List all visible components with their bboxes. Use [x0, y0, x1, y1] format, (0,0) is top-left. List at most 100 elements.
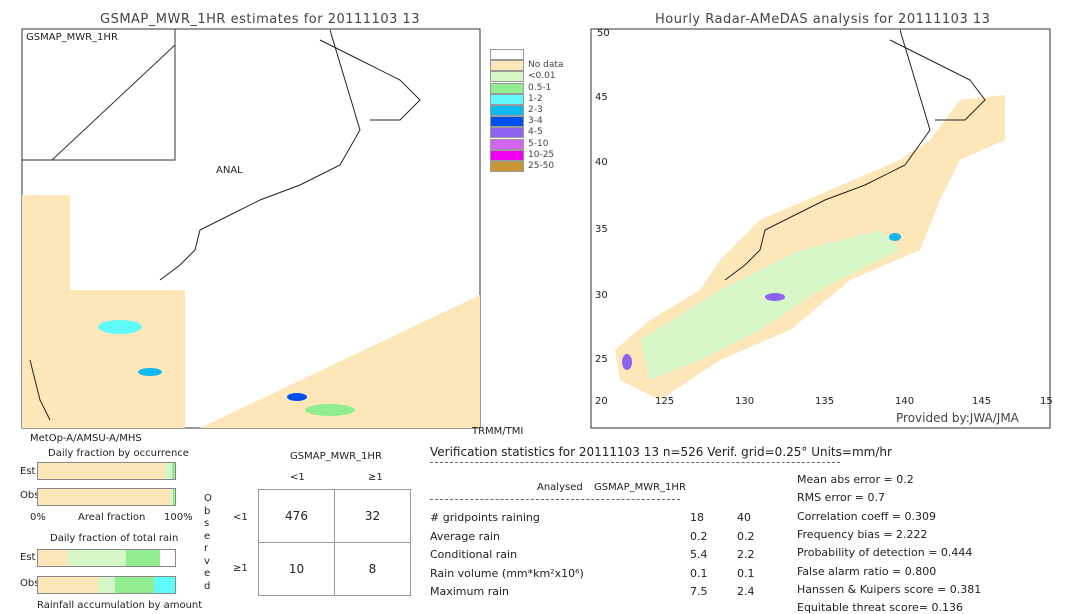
- bar-segment: [98, 577, 115, 593]
- legend-label: 5-10: [528, 138, 549, 149]
- ct-a: 476: [258, 489, 335, 543]
- left-rain-patch: [98, 320, 142, 334]
- score: Mean abs error = 0.2: [797, 473, 914, 486]
- bar-segment: [38, 489, 171, 505]
- legend-swatch: [490, 138, 524, 150]
- left-rain-patch: [287, 393, 307, 401]
- lat-tick: 45: [595, 92, 608, 103]
- bar-segment: [114, 577, 155, 593]
- right-rain-patch: [622, 354, 632, 370]
- stat-gsmap: 0.1: [737, 566, 755, 580]
- legend-swatch: [490, 71, 524, 83]
- score: Correlation coeff = 0.309: [797, 509, 936, 523]
- legend-label: 4-5: [528, 127, 543, 138]
- bar-segment: [125, 550, 160, 566]
- stat-analysed: 18: [690, 511, 704, 524]
- occ-title: Daily fraction by occurrence: [48, 448, 189, 459]
- col-analysed: Analysed: [537, 482, 583, 493]
- lat-tick-top: 50: [597, 28, 610, 39]
- ct-row-ge: ≥1: [233, 563, 248, 574]
- est-label: Est: [20, 552, 36, 563]
- ct-c: 10: [258, 542, 335, 596]
- stat-label: Average rain: [430, 529, 500, 543]
- legend-label: <0.01: [528, 71, 556, 82]
- ct-d: 8: [334, 542, 411, 596]
- bar-segment: [154, 577, 175, 593]
- stat-gsmap: 2.2: [737, 548, 755, 561]
- bar-segment: [68, 550, 126, 566]
- stat-label: # gridpoints raining: [430, 511, 540, 524]
- sensor-label-metop: MetOp-A/AMSU-A/MHS: [30, 433, 142, 444]
- lon-tick: 140: [895, 396, 915, 407]
- score: Frequency bias = 2.222: [797, 527, 928, 541]
- accum-label: Rainfall accumulation by amount: [37, 600, 203, 611]
- left-rain-patch: [138, 368, 162, 376]
- stat-analysed: 5.4: [690, 548, 708, 561]
- anal-label: ANAL: [216, 165, 243, 176]
- verif-header: Verification statistics for 20111103 13 …: [430, 445, 892, 459]
- score: Probability of detection = 0.444: [797, 546, 973, 560]
- legend-swatch: [490, 161, 524, 172]
- legend-swatch: [490, 149, 524, 161]
- bar-segment: [38, 463, 166, 479]
- rain-obs-bar: [37, 576, 176, 594]
- inset-scatter: [21, 28, 176, 161]
- inset-label: GSMAP_MWR_1HR: [26, 32, 118, 43]
- legend-swatch: [490, 127, 524, 139]
- rain-title: Daily fraction of total rain: [50, 533, 179, 544]
- lat-tick: 20: [595, 396, 608, 407]
- stat-gsmap: 40: [737, 511, 751, 524]
- lat-tick: 35: [595, 224, 608, 235]
- divider: [430, 462, 840, 463]
- left-rain-patch: [305, 404, 355, 416]
- lon-tick: 145: [972, 396, 992, 407]
- occ-obs-bar: [37, 488, 176, 506]
- legend-label: 3-4: [528, 116, 543, 127]
- score: False alarm ratio = 0.800: [797, 564, 937, 578]
- sensor-label-tmi: TRMM/TMI: [472, 426, 524, 437]
- ct-header: GSMAP_MWR_1HR: [290, 451, 382, 462]
- rain-est-bar: [37, 549, 176, 567]
- lon-tick: 130: [735, 396, 755, 407]
- lat-tick: 30: [595, 290, 608, 301]
- stat-analysed: 7.5: [690, 585, 708, 598]
- bar-segment: [172, 489, 175, 505]
- stat-analysed: 0.2: [690, 529, 708, 543]
- pct100: 100%: [164, 512, 193, 523]
- divider: [430, 499, 680, 500]
- score: Equitable threat score= 0.136: [797, 601, 963, 614]
- legend-label: No data: [528, 60, 564, 71]
- bar-segment: [38, 577, 99, 593]
- legend-label: 0.5-1: [528, 82, 552, 93]
- est-label: Est: [20, 466, 36, 477]
- legend-label: 2-3: [528, 105, 543, 115]
- legend-swatch: [490, 82, 524, 94]
- areal-label: Areal fraction: [78, 512, 146, 523]
- legend-swatch: [490, 49, 524, 60]
- legend-swatch: [490, 93, 524, 105]
- contingency-table: 476 32 10 8: [258, 489, 411, 596]
- bar-segment: [171, 463, 175, 479]
- ct-col-ge: ≥1: [368, 472, 383, 483]
- pct0: 0%: [30, 512, 46, 523]
- legend-swatch: [490, 116, 524, 128]
- legend-label: 25-50: [528, 161, 555, 171]
- legend-label: 1-2: [528, 93, 543, 104]
- stat-label: Conditional rain: [430, 548, 518, 561]
- ct-col-lt: <1: [290, 472, 305, 483]
- stat-label: Rain volume (mm*km²x10⁶): [430, 566, 584, 580]
- stat-gsmap: 0.2: [737, 529, 755, 543]
- legend-label: 10-25: [528, 149, 555, 160]
- credit: Provided by:JWA/JMA: [896, 411, 1019, 425]
- col-gsmap: GSMAP_MWR_1HR: [594, 482, 686, 493]
- ct-observed: Observed: [204, 493, 212, 592]
- right-rain-patch: [889, 233, 901, 241]
- score: RMS error = 0.7: [797, 491, 885, 505]
- legend-swatch: [490, 60, 524, 72]
- bar-segment: [38, 550, 69, 566]
- score: Hanssen & Kuipers score = 0.381: [797, 582, 982, 596]
- right-rain-patch: [765, 293, 785, 301]
- lon-tick: 125: [655, 396, 675, 407]
- stat-label: Maximum rain: [430, 585, 509, 598]
- ct-row-lt: <1: [233, 512, 248, 523]
